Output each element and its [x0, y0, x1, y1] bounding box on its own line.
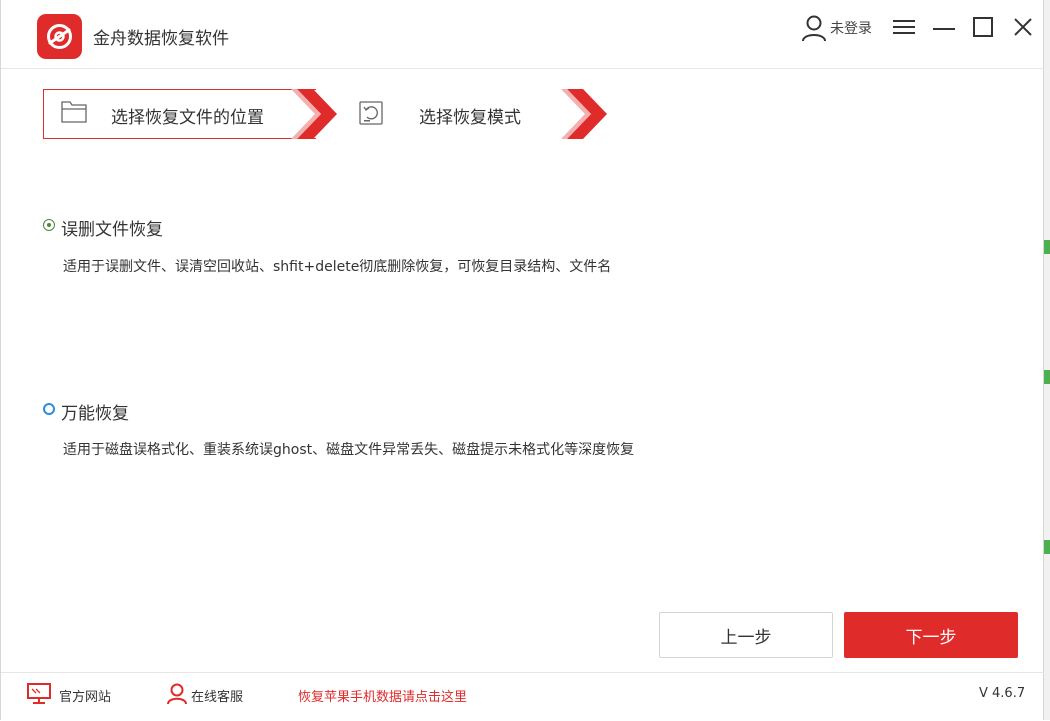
- option-universal-recovery[interactable]: 万能恢复: [43, 399, 343, 424]
- monitor-icon[interactable]: [27, 683, 51, 705]
- step-location-label: 选择恢复文件的位置: [111, 108, 264, 128]
- radio-unselected[interactable]: [43, 403, 55, 415]
- radio-selected[interactable]: [43, 219, 55, 231]
- folder-icon: [61, 101, 87, 123]
- version-label: V 4.6.7: [979, 686, 1026, 701]
- online-service-link[interactable]: 在线客服: [191, 686, 243, 705]
- official-site-link[interactable]: 官方网站: [59, 686, 111, 705]
- minimize-icon[interactable]: [933, 19, 955, 37]
- app-title: 金舟数据恢复软件: [93, 29, 229, 49]
- maximize-icon[interactable]: [973, 17, 993, 37]
- next-button[interactable]: 下一步: [844, 612, 1018, 658]
- prev-button[interactable]: 上一步: [659, 612, 833, 658]
- step-indicator: 选择恢复文件的位置 选择恢复模式: [43, 89, 613, 139]
- option-title: 万能恢复: [61, 404, 129, 424]
- option-deleted-recovery[interactable]: 误删文件恢复: [43, 215, 343, 240]
- option-title: 误删文件恢复: [61, 220, 163, 240]
- footer: 官方网站 在线客服 恢复苹果手机数据请点击这里 V 4.6.7: [1, 672, 1045, 721]
- customer-service-icon[interactable]: [167, 683, 187, 705]
- close-icon[interactable]: [1013, 17, 1033, 37]
- iphone-recovery-link[interactable]: 恢复苹果手机数据请点击这里: [298, 686, 467, 705]
- option-description: 适用于磁盘误格式化、重装系统误ghost、磁盘文件异常丢失、磁盘提示未格式化等深…: [63, 442, 635, 458]
- step-arrow-icon: [561, 89, 607, 139]
- restore-mode-icon: [359, 101, 383, 125]
- option-description: 适用于误删文件、误清空回收站、shfit+delete彻底删除恢复，可恢复目录结…: [63, 259, 612, 275]
- app-window: 金舟数据恢复软件 未登录 选择恢复文件的位置 选择恢复模式 误删文件恢复 适用于…: [0, 0, 1045, 721]
- logo-icon: [47, 24, 72, 49]
- menu-icon[interactable]: [893, 19, 915, 35]
- login-link[interactable]: 未登录: [830, 18, 872, 38]
- background-window-edge: [1044, 0, 1050, 720]
- title-bar: 金舟数据恢复软件 未登录: [1, 0, 1045, 69]
- app-logo: [37, 14, 82, 59]
- step-mode-label: 选择恢复模式: [419, 108, 521, 128]
- step-arrow-icon: [291, 89, 337, 139]
- user-icon[interactable]: [801, 14, 827, 42]
